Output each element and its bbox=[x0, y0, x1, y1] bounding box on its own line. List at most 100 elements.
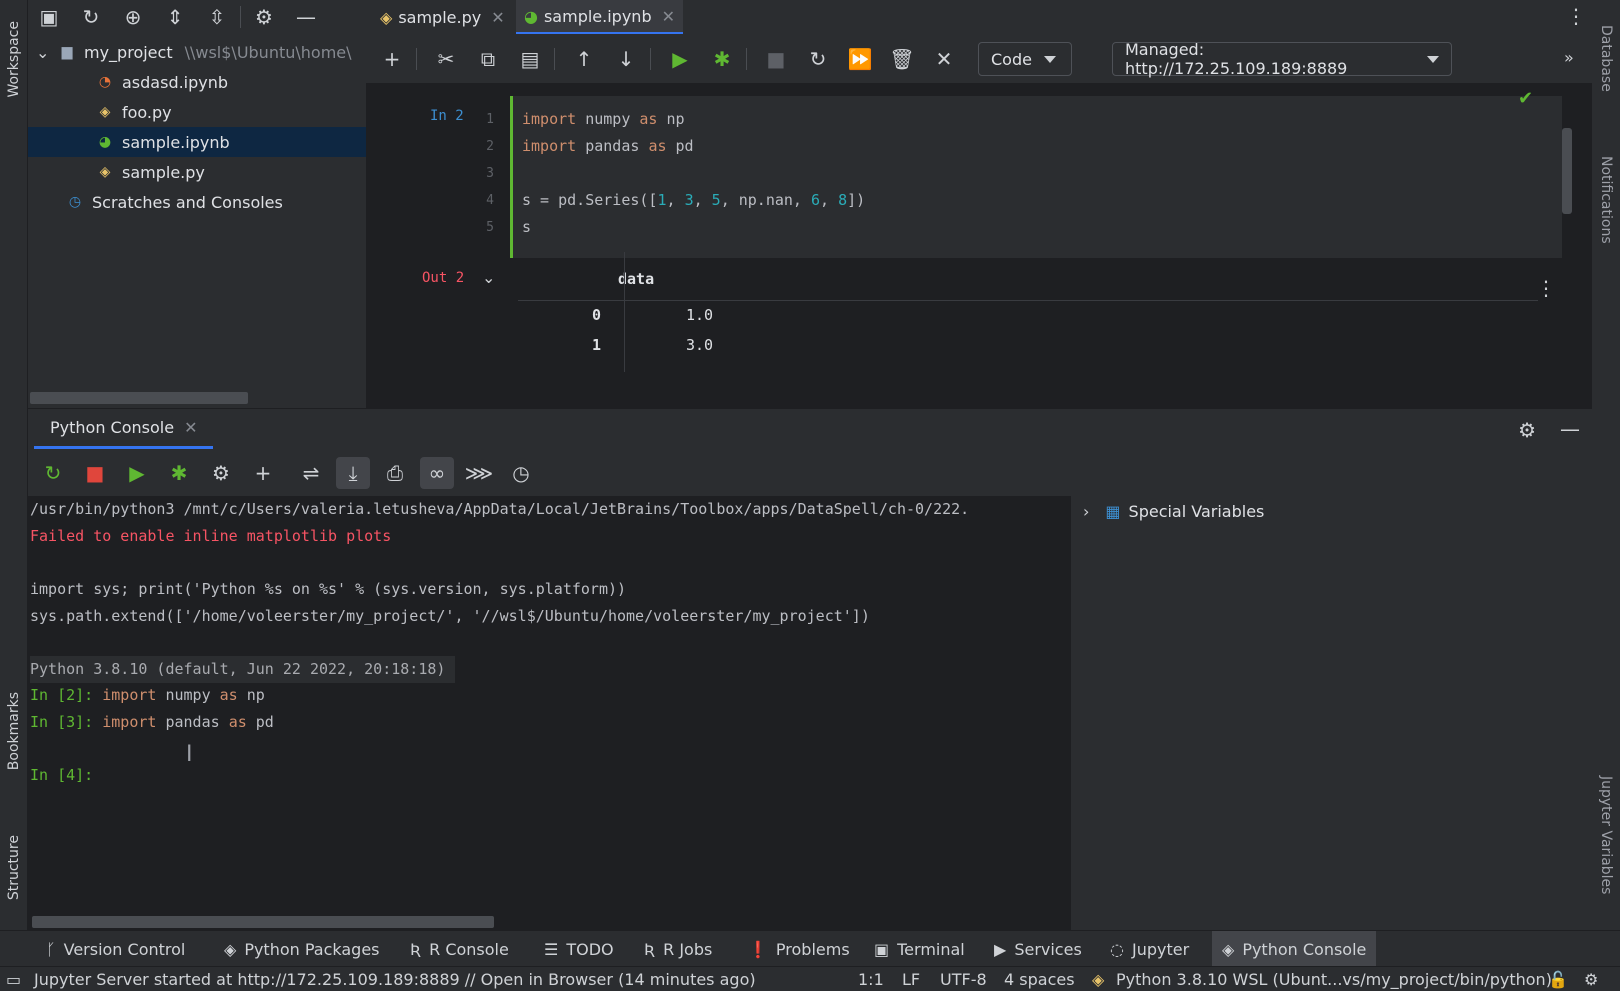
gear-icon[interactable]: ⚙ bbox=[1518, 418, 1536, 442]
branch-icon: ᚴ bbox=[46, 940, 56, 959]
clear-outputs-icon[interactable]: ✕ bbox=[928, 43, 960, 75]
copy-icon[interactable]: ⧉ bbox=[472, 43, 504, 75]
notebook-editor[interactable]: In 2 1 2 3 4 5 import numpy as np import… bbox=[366, 84, 1592, 408]
add-cell-icon[interactable]: + bbox=[376, 43, 408, 75]
tree-item-sample-py[interactable]: ◈ sample.py bbox=[28, 157, 366, 187]
database-tab[interactable]: Database bbox=[1592, 8, 1620, 108]
console-prompt[interactable]: In [4]: bbox=[30, 762, 93, 789]
tool-services[interactable]: ▶Services bbox=[984, 931, 1092, 967]
minimize-icon[interactable]: — bbox=[1560, 417, 1580, 441]
workspace-tab-label: Workspace bbox=[6, 21, 22, 98]
structure-tab-label: Structure bbox=[6, 835, 22, 900]
tree-item-foo[interactable]: ◈ foo.py bbox=[28, 97, 366, 127]
stop-icon[interactable]: ■ bbox=[78, 457, 112, 489]
locate-icon[interactable]: ⊕ bbox=[112, 0, 154, 34]
tool-jupyter[interactable]: ◌Jupyter bbox=[1100, 931, 1199, 967]
paste-icon[interactable]: ▤ bbox=[514, 43, 546, 75]
chevron-down-icon[interactable]: ⌄ bbox=[36, 43, 56, 62]
close-icon[interactable]: ✕ bbox=[184, 418, 197, 437]
cut-icon[interactable]: ✂ bbox=[430, 43, 462, 75]
interpreter[interactable]: Python 3.8.10 WSL (Ubunt...vs/my_project… bbox=[1116, 968, 1552, 991]
collapse-all-icon[interactable]: ⇳ bbox=[196, 0, 238, 34]
terminal-icon: ▣ bbox=[874, 940, 889, 959]
move-down-icon[interactable]: ↓ bbox=[610, 43, 642, 75]
close-icon[interactable]: ✕ bbox=[491, 8, 504, 27]
collapse-output-icon[interactable]: ⌄ bbox=[482, 268, 495, 287]
expand-all-icon[interactable]: ⇕ bbox=[154, 0, 196, 34]
tab-sample-py[interactable]: ◈ sample.py ✕ bbox=[372, 0, 513, 34]
overflow-icon[interactable]: » bbox=[1564, 48, 1574, 67]
workspace-tab[interactable]: Workspace bbox=[0, 4, 28, 114]
close-icon[interactable]: ✕ bbox=[662, 7, 675, 26]
history-icon[interactable]: ◷ bbox=[504, 457, 538, 489]
bookmarks-tab[interactable]: Bookmarks bbox=[0, 676, 28, 786]
notifications-tab[interactable]: Notifications bbox=[1592, 140, 1620, 260]
editor-scrollbar[interactable] bbox=[1562, 128, 1572, 214]
status-message[interactable]: Jupyter Server started at http://172.25.… bbox=[34, 968, 756, 991]
tool-todo[interactable]: ☰TODO bbox=[534, 931, 624, 967]
output-column-divider bbox=[624, 252, 625, 372]
notebook-file-icon: ◕ bbox=[94, 132, 116, 152]
tool-python-console[interactable]: ◈Python Console bbox=[1212, 931, 1376, 967]
sync-icon[interactable]: ↻ bbox=[70, 0, 112, 34]
left-tool-stripe: Workspace Bookmarks Structure bbox=[0, 0, 28, 930]
soft-wrap-icon[interactable]: ⇌ bbox=[294, 457, 328, 489]
output-more-icon[interactable]: ⋮ bbox=[1536, 276, 1556, 300]
tree-horizontal-scrollbar[interactable] bbox=[30, 392, 248, 404]
special-variables-label: Special Variables bbox=[1129, 502, 1265, 521]
tool-terminal[interactable]: ▣Terminal bbox=[864, 931, 975, 967]
run-all-icon[interactable]: ⏩ bbox=[844, 43, 876, 75]
run-cell-icon[interactable]: ▶ bbox=[664, 43, 696, 75]
debug-icon[interactable]: ✱ bbox=[162, 457, 196, 489]
stop-icon[interactable]: ■ bbox=[760, 43, 792, 75]
new-console-icon[interactable]: + bbox=[246, 457, 280, 489]
debug-icon[interactable]: ✱ bbox=[706, 43, 738, 75]
jupyter-variables-tab[interactable]: Jupyter Variables bbox=[1592, 760, 1620, 910]
more-options-icon[interactable]: ⋮ bbox=[1566, 4, 1586, 28]
tree-item-sample-ipynb[interactable]: ◕ sample.ipynb bbox=[28, 127, 366, 157]
new-folder-icon[interactable]: ▣ bbox=[28, 0, 70, 34]
cell-type-select[interactable]: Code bbox=[978, 42, 1072, 76]
caret-position[interactable]: 1:1 bbox=[858, 968, 884, 991]
gear-icon[interactable]: ⚙ bbox=[243, 0, 285, 34]
list-icon: ☰ bbox=[544, 940, 558, 959]
tool-problems[interactable]: ❗Problems bbox=[738, 931, 860, 967]
console-output[interactable]: /usr/bin/python3 /mnt/c/Users/valeria.le… bbox=[28, 496, 1068, 930]
restart-icon[interactable]: ↻ bbox=[802, 43, 834, 75]
file-name: sample.py bbox=[122, 163, 205, 182]
settings-icon[interactable]: ⚙ bbox=[204, 457, 238, 489]
tree-root-my-project[interactable]: ⌄ ▆ my_project \\wsl$\Ubuntu\home\ bbox=[28, 37, 366, 67]
indent-setting[interactable]: 4 spaces bbox=[1004, 968, 1075, 991]
chevron-right-icon[interactable]: › bbox=[1083, 502, 1089, 521]
rerun-icon[interactable]: ↻ bbox=[36, 457, 70, 489]
print-icon[interactable]: ⎙ bbox=[378, 457, 412, 489]
scratches-label: Scratches and Consoles bbox=[92, 193, 283, 212]
tool-r-jobs[interactable]: ƦR Jobs bbox=[634, 931, 722, 967]
file-encoding[interactable]: UTF-8 bbox=[940, 968, 987, 991]
tool-r-console[interactable]: ƦR Console bbox=[400, 931, 519, 967]
console-header: Python Console ✕ ⚙ — bbox=[28, 408, 1592, 450]
server-select[interactable]: Managed: http://172.25.109.189:8889 bbox=[1112, 42, 1452, 76]
delete-icon[interactable]: 🗑 bbox=[886, 43, 918, 75]
scroll-to-end-icon[interactable]: ⤓ bbox=[336, 457, 370, 489]
minimize-icon[interactable]: — bbox=[285, 0, 327, 34]
panel-toggle-icon[interactable]: ▭ bbox=[6, 968, 21, 991]
tool-python-packages[interactable]: ◈Python Packages bbox=[214, 931, 390, 967]
tool-version-control[interactable]: ᚴVersion Control bbox=[36, 931, 195, 967]
show-variables-icon[interactable]: ∞ bbox=[420, 457, 454, 489]
tab-sample-ipynb[interactable]: ◕ sample.ipynb ✕ bbox=[516, 0, 683, 34]
lock-icon[interactable]: 🔓 bbox=[1548, 968, 1568, 991]
structure-tab[interactable]: Structure bbox=[0, 818, 28, 918]
folder-icon: ▆ bbox=[56, 42, 78, 62]
tool-label: R Jobs bbox=[663, 940, 712, 959]
line-separator[interactable]: LF bbox=[902, 968, 920, 991]
execute-all-icon[interactable]: ⋙ bbox=[462, 457, 496, 489]
run-icon[interactable]: ▶ bbox=[120, 457, 154, 489]
tab-python-console[interactable]: Python Console ✕ bbox=[34, 409, 213, 449]
tree-item-scratches[interactable]: ◷ Scratches and Consoles bbox=[28, 187, 366, 217]
move-up-icon[interactable]: ↑ bbox=[568, 43, 600, 75]
notifications-icon[interactable]: ⚙ bbox=[1584, 968, 1598, 991]
special-variables-row[interactable]: › ▦ Special Variables bbox=[1083, 496, 1264, 526]
console-horizontal-scrollbar[interactable] bbox=[32, 916, 494, 928]
tree-item-asdasd[interactable]: ◔ asdasd.ipynb bbox=[28, 67, 366, 97]
